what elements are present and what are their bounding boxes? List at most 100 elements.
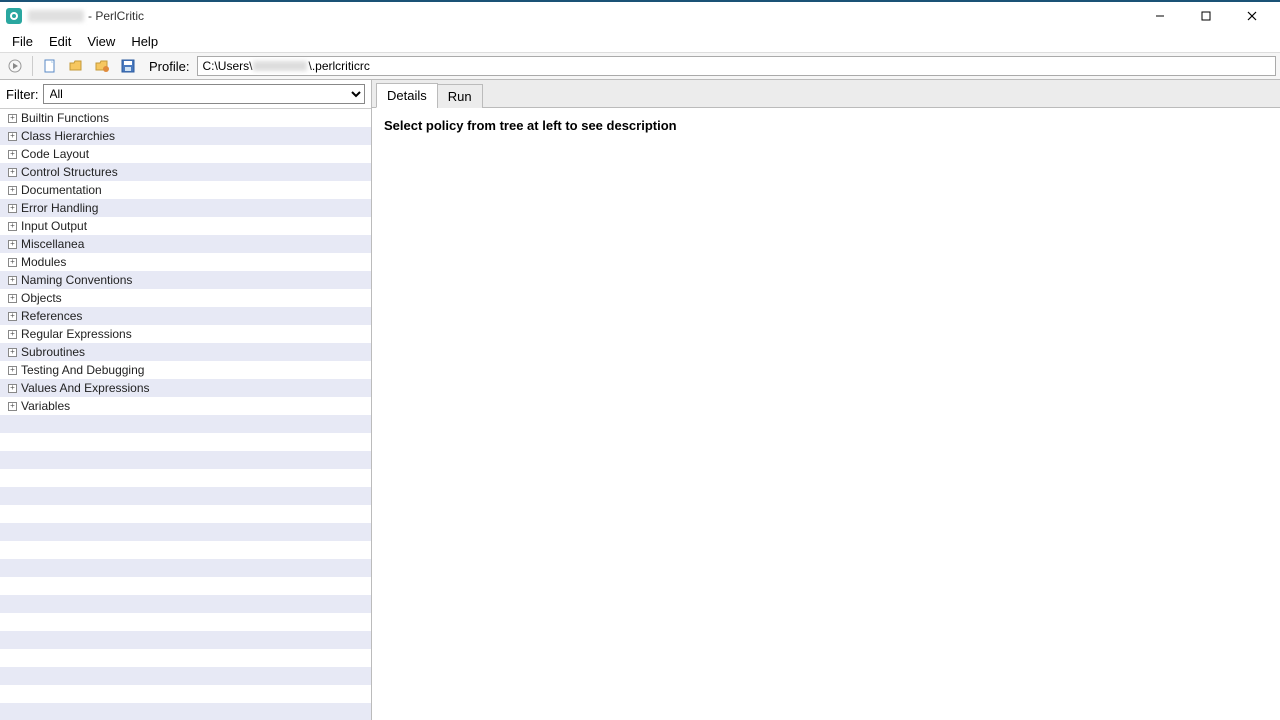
expand-icon[interactable]: + xyxy=(8,168,17,177)
expand-icon[interactable]: + xyxy=(8,186,17,195)
expand-icon[interactable]: + xyxy=(8,258,17,267)
tree-row[interactable]: + Input Output xyxy=(0,217,371,235)
tree-row xyxy=(0,451,371,469)
tree-row xyxy=(0,685,371,703)
tree-item-label: Modules xyxy=(21,255,66,269)
maximize-button[interactable] xyxy=(1192,6,1220,26)
expand-icon[interactable]: + xyxy=(8,312,17,321)
tree-item-label: Testing And Debugging xyxy=(21,363,144,377)
window-title: - PerlCritic xyxy=(28,9,144,23)
tree-row xyxy=(0,613,371,631)
tree-item-label: Naming Conventions xyxy=(21,273,132,287)
expand-icon[interactable]: + xyxy=(8,240,17,249)
expand-icon[interactable]: + xyxy=(8,204,17,213)
tree-item-label: Input Output xyxy=(21,219,87,233)
tree-item-label: Miscellanea xyxy=(21,237,84,251)
expand-icon[interactable]: + xyxy=(8,276,17,285)
toolbar-divider xyxy=(32,56,33,76)
details-placeholder: Select policy from tree at left to see d… xyxy=(384,118,1268,133)
tree-row xyxy=(0,649,371,667)
run-button[interactable] xyxy=(4,55,26,77)
open-recent-icon[interactable] xyxy=(91,55,113,77)
menu-help[interactable]: Help xyxy=(123,32,166,51)
main-area: Filter: All + Builtin Functions +Class Hie… xyxy=(0,80,1280,720)
left-pane: Filter: All + Builtin Functions +Class Hie… xyxy=(0,80,372,720)
tree-item-label: Code Layout xyxy=(21,147,89,161)
menu-edit[interactable]: Edit xyxy=(41,32,79,51)
menu-view[interactable]: View xyxy=(79,32,123,51)
minimize-button[interactable] xyxy=(1146,6,1174,26)
details-body: Select policy from tree at left to see d… xyxy=(372,108,1280,720)
tree-row[interactable]: +References xyxy=(0,307,371,325)
expand-icon[interactable]: + xyxy=(8,330,17,339)
right-pane: Details Run Select policy from tree at l… xyxy=(372,80,1280,720)
tree-row[interactable]: + Values And Expressions xyxy=(0,379,371,397)
expand-icon[interactable]: + xyxy=(8,294,17,303)
tree-row[interactable]: + Control Structures xyxy=(0,163,371,181)
tree-row[interactable]: + Code Layout xyxy=(0,145,371,163)
filter-row: Filter: All xyxy=(0,80,371,109)
menu-bar: File Edit View Help xyxy=(0,30,1280,52)
title-suffix: - PerlCritic xyxy=(88,9,144,23)
tree-row[interactable]: + Objects xyxy=(0,289,371,307)
tree-row[interactable]: + Subroutines xyxy=(0,343,371,361)
tree-row xyxy=(0,433,371,451)
tree-row xyxy=(0,667,371,685)
close-button[interactable] xyxy=(1238,6,1266,26)
tree-item-label: Documentation xyxy=(21,183,102,197)
new-file-icon[interactable] xyxy=(39,55,61,77)
tree-row xyxy=(0,505,371,523)
tree-row[interactable]: +Class Hierarchies xyxy=(0,127,371,145)
tree-item-label: Values And Expressions xyxy=(21,381,150,395)
tree-row[interactable]: + Builtin Functions xyxy=(0,109,371,127)
tree-row xyxy=(0,631,371,649)
profile-prefix: C:\Users\ xyxy=(202,59,252,73)
tree-item-label: Objects xyxy=(21,291,62,305)
tree-row xyxy=(0,541,371,559)
tree-row xyxy=(0,577,371,595)
filter-label: Filter: xyxy=(6,87,39,102)
profile-path-input[interactable]: C:\Users\ \.perlcriticrc xyxy=(197,56,1276,76)
expand-icon[interactable]: + xyxy=(8,150,17,159)
expand-icon[interactable]: + xyxy=(8,384,17,393)
expand-icon[interactable]: + xyxy=(8,348,17,357)
tree-row xyxy=(0,523,371,541)
filter-select[interactable]: All xyxy=(43,84,366,104)
tab-bar: Details Run xyxy=(372,80,1280,108)
tree-row[interactable]: + Error Handling xyxy=(0,199,371,217)
tree-row[interactable]: + Documentation xyxy=(0,181,371,199)
tree-item-label: Subroutines xyxy=(21,345,85,359)
tree-item-label: Builtin Functions xyxy=(21,111,109,125)
expand-icon[interactable]: + xyxy=(8,402,17,411)
tab-run[interactable]: Run xyxy=(437,84,483,108)
tree-row xyxy=(0,415,371,433)
tree-item-label: Regular Expressions xyxy=(21,327,132,341)
tree-row[interactable]: + Variables xyxy=(0,397,371,415)
tree-item-label: Control Structures xyxy=(21,165,118,179)
expand-icon[interactable]: + xyxy=(8,114,17,123)
policy-tree[interactable]: +Builtin Functions+Class Hierarchies+Cod… xyxy=(0,109,371,720)
tree-row xyxy=(0,469,371,487)
menu-file[interactable]: File xyxy=(4,32,41,51)
tree-row xyxy=(0,487,371,505)
app-icon xyxy=(6,8,22,24)
profile-suffix: \.perlcriticrc xyxy=(308,59,369,73)
expand-icon[interactable]: + xyxy=(8,132,17,141)
tree-row xyxy=(0,559,371,577)
tree-row[interactable]: + Modules xyxy=(0,253,371,271)
expand-icon[interactable]: + xyxy=(8,222,17,231)
tree-row[interactable]: + Testing And Debugging xyxy=(0,361,371,379)
title-bar: - PerlCritic xyxy=(0,2,1280,30)
expand-icon[interactable]: + xyxy=(8,366,17,375)
tree-row[interactable]: + Regular Expressions xyxy=(0,325,371,343)
profile-label: Profile: xyxy=(143,59,193,74)
save-icon[interactable] xyxy=(117,55,139,77)
tree-row xyxy=(0,595,371,613)
open-folder-icon[interactable] xyxy=(65,55,87,77)
toolbar: Profile: C:\Users\ \.perlcriticrc xyxy=(0,52,1280,80)
tree-row[interactable]: + Naming Conventions xyxy=(0,271,371,289)
tree-item-label: Variables xyxy=(21,399,70,413)
tab-details[interactable]: Details xyxy=(376,83,438,108)
tree-item-label: Error Handling xyxy=(21,201,98,215)
tree-row[interactable]: + Miscellanea xyxy=(0,235,371,253)
